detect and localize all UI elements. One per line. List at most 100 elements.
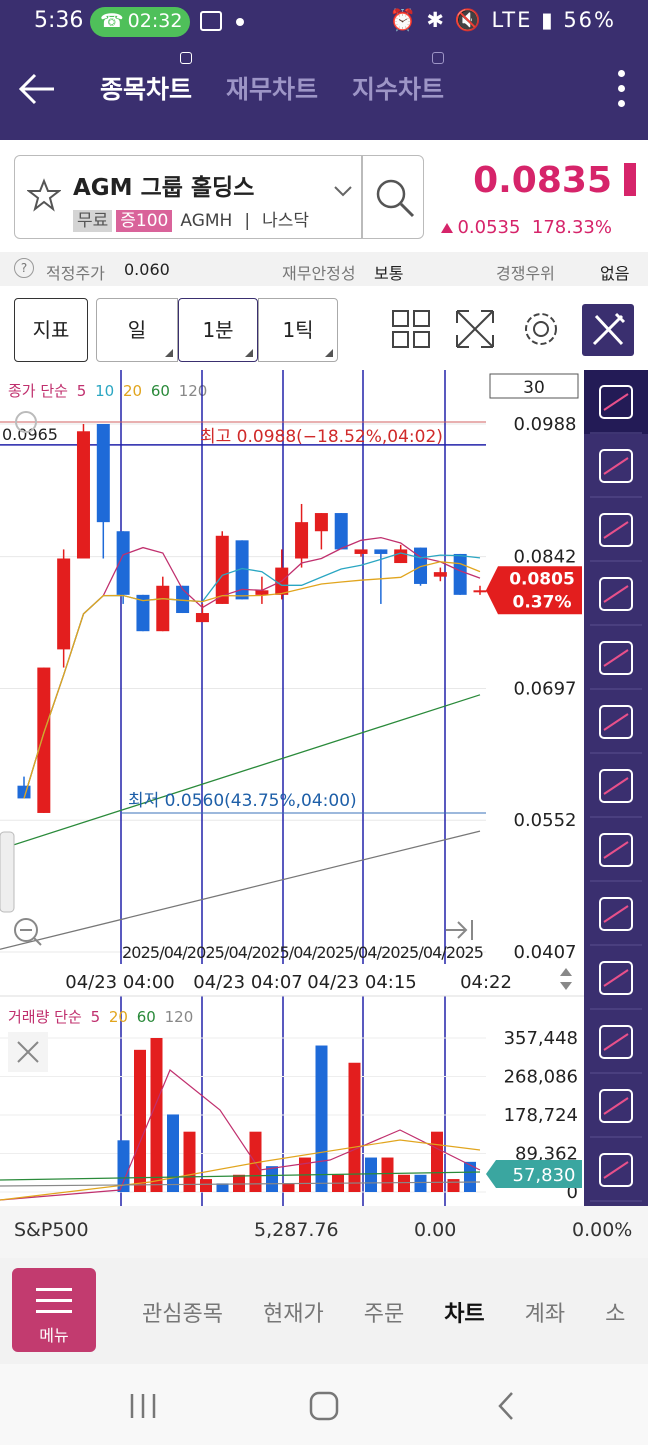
left-drawer-handle[interactable] xyxy=(0,831,15,913)
current-volume-tag-value: 57,830 xyxy=(513,1165,576,1186)
candle-body xyxy=(195,613,209,623)
status-bar: 5:36 ☎ 02:32 ⏰ ✱ 🔇 LTE ▮ 56% xyxy=(0,0,648,44)
indicator-button[interactable]: 지표 xyxy=(14,298,88,362)
up-triangle-icon xyxy=(441,223,454,233)
volume-bar xyxy=(282,1183,295,1192)
chart-background xyxy=(0,370,486,1206)
drawing-tools-button[interactable] xyxy=(582,304,634,356)
bottom-menu: 메뉴 관심종목 현재가 주문 차트 계좌 소 xyxy=(0,1258,648,1364)
period-day-button[interactable]: 일 xyxy=(96,298,178,362)
tab-stock-chart[interactable]: 종목차트 xyxy=(100,52,193,106)
gallery-icon xyxy=(200,11,222,31)
more-menu-icon[interactable] xyxy=(618,70,626,110)
status-time: 5:36 xyxy=(34,8,84,33)
volume-tick-label: 357,448 xyxy=(504,1028,578,1049)
tab-finance-chart[interactable]: 재무차트 xyxy=(226,70,318,106)
competition-label: 경쟁우위 xyxy=(496,264,555,283)
tab-index-chart[interactable]: 지수차트 xyxy=(352,52,445,106)
candle-body xyxy=(374,549,388,554)
index-name: S&P500 xyxy=(14,1219,89,1241)
period-minute-button[interactable]: 1분 xyxy=(178,298,258,362)
crosshair-price: 0.0965 xyxy=(2,425,58,444)
change-percent: 178.33% xyxy=(531,217,612,238)
back-nav-icon[interactable] xyxy=(494,1390,518,1422)
volume-bar xyxy=(167,1114,179,1192)
call-indicator[interactable]: ☎ 02:32 xyxy=(90,7,190,37)
network-type: LTE xyxy=(491,8,533,32)
menu-quote[interactable]: 현재가 xyxy=(263,1296,324,1328)
candle-body xyxy=(156,585,170,632)
chart-toolbar: 지표 일 1분 1틱 xyxy=(0,292,648,368)
menu-order[interactable]: 주문 xyxy=(364,1296,404,1328)
candle-body xyxy=(295,522,309,559)
notification-dot-icon xyxy=(236,18,244,26)
stock-name: AGM 그룹 홀딩스 xyxy=(73,175,255,201)
volume-bar xyxy=(365,1157,377,1192)
current-price: 0.0835 xyxy=(473,160,612,201)
x-axis-date-labels: 2025/04/2025/04/2025/04/2025/04/2025/04/… xyxy=(122,943,484,962)
x-tick-label: 04/23 04:00 xyxy=(65,972,174,993)
tag-ticker: AGMH xyxy=(180,211,233,231)
candle-body xyxy=(334,513,348,550)
menu-chart[interactable]: 차트 xyxy=(444,1296,484,1328)
volume-bar xyxy=(134,1049,146,1192)
layout-grid-icon[interactable] xyxy=(388,306,434,352)
home-icon[interactable] xyxy=(308,1390,340,1422)
recent-apps-icon[interactable] xyxy=(128,1392,158,1420)
period-count: 30 xyxy=(523,378,545,398)
status-right: ⏰ ✱ 🔇 LTE ▮ 56% xyxy=(389,8,616,32)
candle-body xyxy=(314,513,328,532)
stock-selector[interactable]: AGM 그룹 홀딩스 무료 증100 AGMH | 나스닥 xyxy=(14,155,424,239)
volume-bar xyxy=(398,1174,410,1192)
stability-label: 재무안정성 xyxy=(282,264,356,283)
chevron-down-icon[interactable] xyxy=(333,184,353,198)
price-tick-label: 0.0988 xyxy=(514,414,577,435)
candle-body xyxy=(96,424,110,523)
index-percent: 0.00% xyxy=(572,1219,633,1241)
volume-bar xyxy=(200,1179,212,1192)
info-row: ? 적정주가 0.060 재무안정성 보통 경쟁우위 없음 xyxy=(0,252,648,286)
candle-body xyxy=(37,667,51,813)
index-bar[interactable]: S&P500 5,287.76 0.00 0.00% xyxy=(0,1206,648,1258)
index-value: 5,287.76 xyxy=(254,1219,339,1241)
candle-body xyxy=(453,553,467,595)
volume-legend: 거래량 단순 5 20 60 120 xyxy=(8,1008,193,1026)
divider xyxy=(361,156,363,238)
tag-free: 무료 xyxy=(73,210,113,232)
candle-body xyxy=(57,558,71,650)
tag-exchange: 나스닥 xyxy=(262,211,309,231)
stock-chart[interactable]: 종가 단순 5 10 20 60 120 30 0.09880.08420.06… xyxy=(0,370,648,1206)
volume-bar xyxy=(266,1166,278,1192)
system-nav-bar xyxy=(0,1364,648,1445)
favorite-star-icon[interactable] xyxy=(27,178,61,212)
fullscreen-icon[interactable] xyxy=(452,306,498,352)
x-tick-label: 04/23 04:07 xyxy=(193,972,302,993)
current-price-tag-value: 0.0805 xyxy=(509,569,575,589)
volume-bar xyxy=(381,1157,394,1192)
x-tick-label: 04:22 xyxy=(460,972,512,993)
chart-tabs: 종목차트 재무차트 지수차트 xyxy=(100,52,445,106)
help-icon[interactable]: ? xyxy=(14,258,34,278)
search-icon[interactable] xyxy=(373,176,417,220)
volume-bar xyxy=(150,1038,163,1192)
price-bar-icon xyxy=(624,163,636,196)
candle-body xyxy=(394,549,408,564)
close-volume-icon[interactable] xyxy=(8,1032,48,1072)
settings-gear-icon[interactable] xyxy=(518,306,564,352)
period-tick-button[interactable]: 1틱 xyxy=(258,298,338,362)
hamburger-icon xyxy=(36,1288,72,1321)
volume-bar xyxy=(183,1131,196,1192)
x-tick-label: 04/23 04:15 xyxy=(307,972,416,993)
candle-body xyxy=(473,590,487,593)
stability-value: 보통 xyxy=(374,264,404,283)
tools-icon xyxy=(592,312,626,346)
back-arrow-icon[interactable] xyxy=(18,70,56,108)
menu-items: 관심종목 현재가 주문 차트 계좌 소 xyxy=(142,1296,625,1328)
menu-more[interactable]: 소 xyxy=(605,1296,625,1328)
current-price-tag-percent: 0.37% xyxy=(513,592,572,612)
menu-watchlist[interactable]: 관심종목 xyxy=(142,1296,223,1328)
menu-button[interactable]: 메뉴 xyxy=(12,1268,96,1352)
price-tick-label: 0.0697 xyxy=(514,678,577,699)
menu-account[interactable]: 계좌 xyxy=(525,1296,565,1328)
fair-price-label: 적정주가 xyxy=(46,264,105,283)
